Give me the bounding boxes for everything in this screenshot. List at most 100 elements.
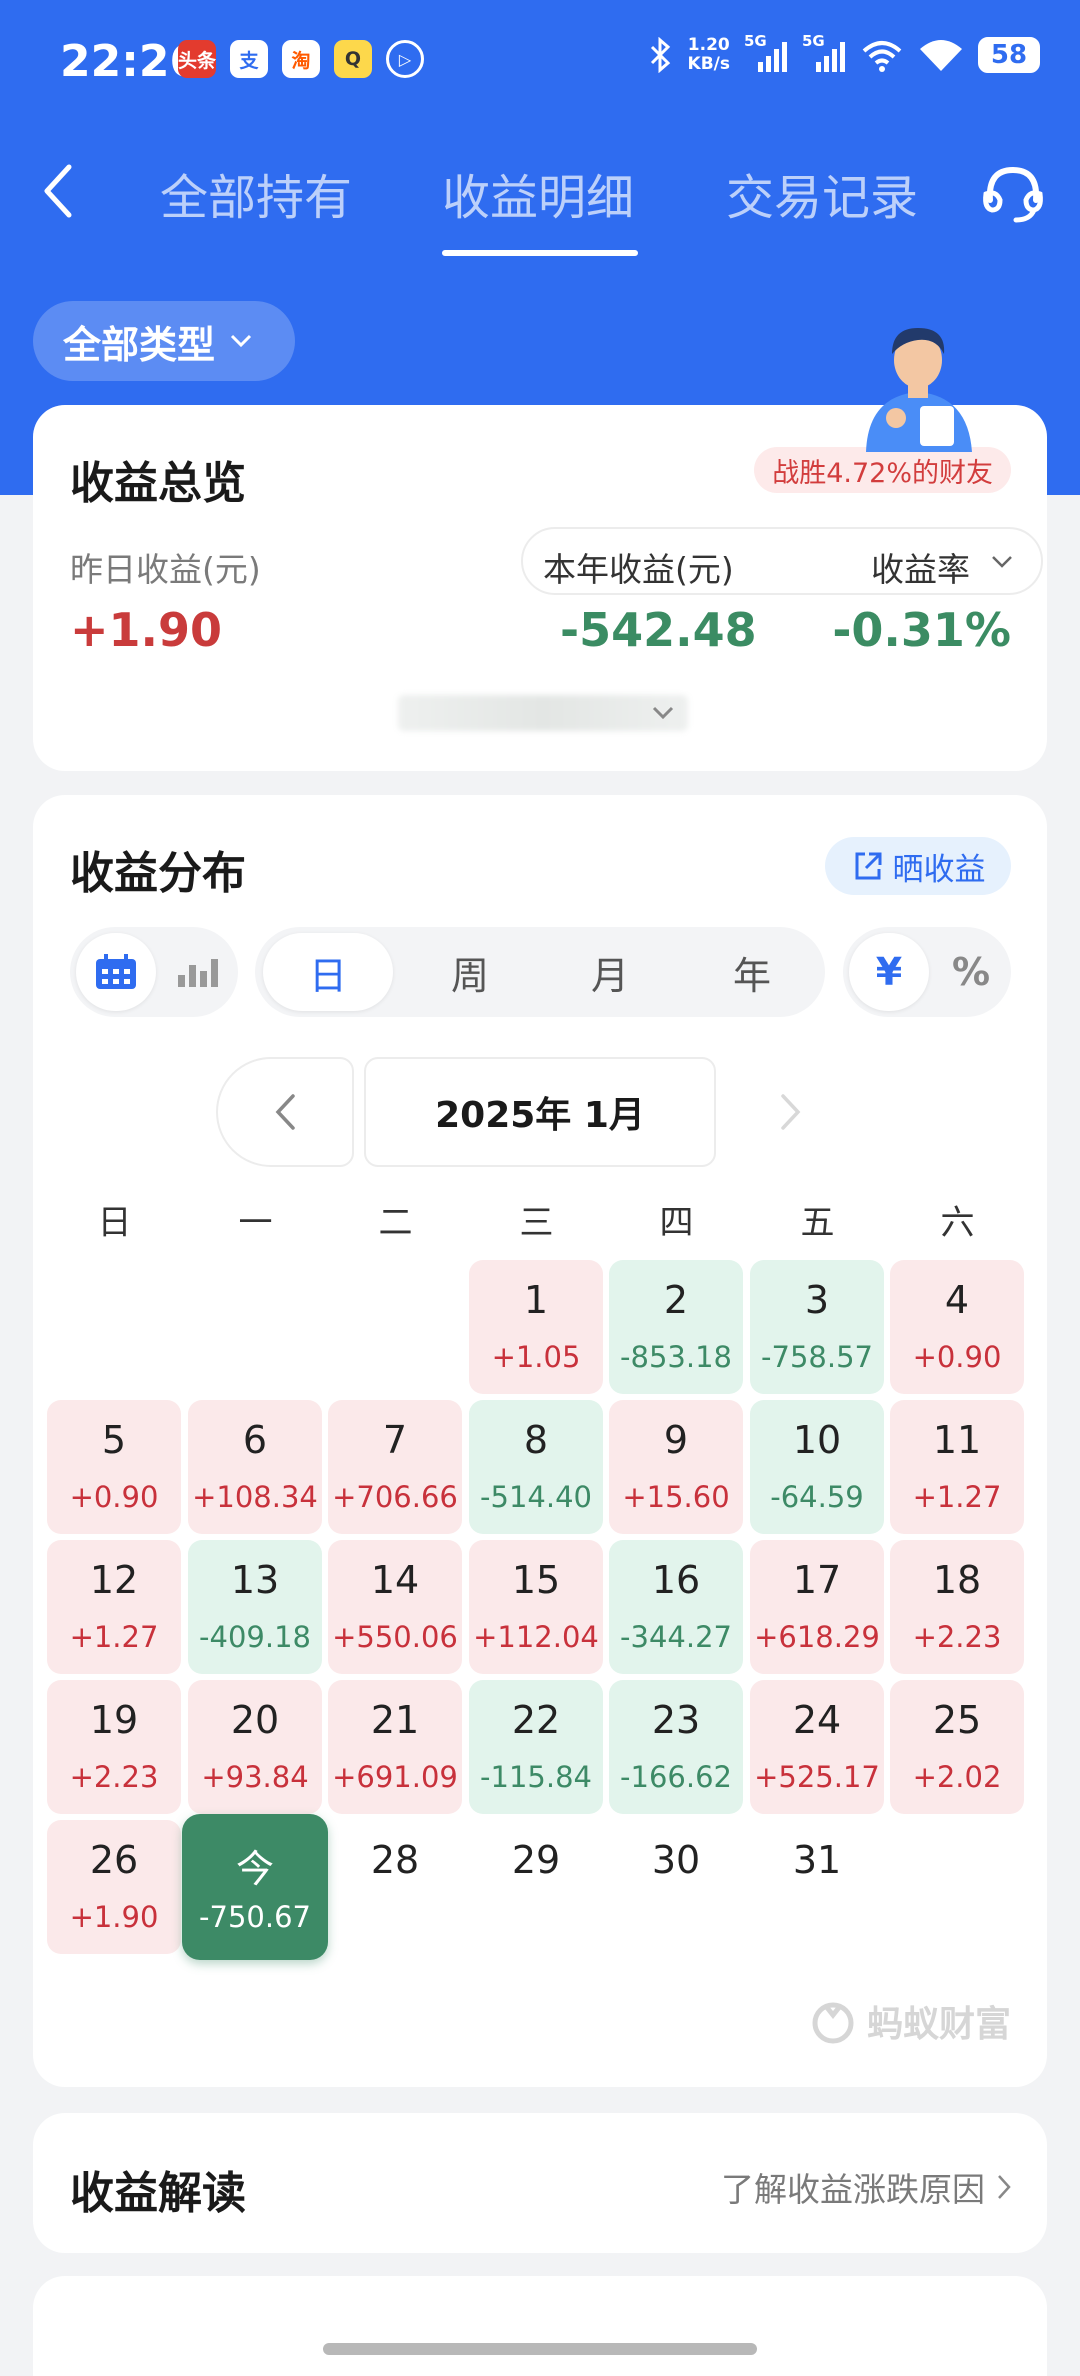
weekday-label: 四 [659, 1203, 694, 1243]
calendar-day[interactable]: 29 [469, 1820, 603, 1954]
day-profit-value: +1.27 [912, 1480, 1002, 1514]
calendar-day[interactable]: 28 [328, 1820, 462, 1954]
next-card [33, 2276, 1047, 2376]
weekday-label: 五 [800, 1203, 835, 1243]
status-indicators: 1.20 KB/s 5G 5G 58 [648, 32, 1040, 74]
tab-profit-detail[interactable]: 收益明细 [442, 158, 634, 228]
calendar-day[interactable]: 4 +0.90 [890, 1260, 1024, 1394]
mascot-illustration [866, 328, 972, 452]
tab-transactions[interactable]: 交易记录 [726, 158, 918, 228]
unit-toggle: ¥ % [843, 927, 1011, 1017]
back-button[interactable] [28, 156, 88, 226]
calendar-day[interactable]: 31 [750, 1820, 884, 1954]
calendar-day[interactable]: 24 +525.17 [750, 1680, 884, 1814]
taobao-app-icon: 淘 [282, 40, 320, 78]
day-profit-value: +1.90 [69, 1900, 159, 1934]
month-label[interactable]: 2025年 1月 [364, 1057, 716, 1167]
expand-chevron-icon[interactable] [651, 705, 675, 721]
day-profit-value: +691.09 [332, 1760, 458, 1794]
calendar-day[interactable]: 19 +2.23 [47, 1680, 181, 1814]
period-toggle: 日 周 月 年 [255, 927, 825, 1017]
day-profit-value: -166.62 [620, 1760, 732, 1794]
weekday-label: 三 [519, 1203, 554, 1243]
weekday-label: 一 [238, 1203, 273, 1243]
type-filter-dropdown[interactable]: 全部类型 [33, 301, 295, 381]
calendar-day[interactable]: 11 +1.27 [890, 1400, 1024, 1534]
calendar-day[interactable]: 3 -758.57 [750, 1260, 884, 1394]
period-month-button[interactable]: 月 [545, 927, 675, 1017]
calendar-day[interactable]: 16 -344.27 [609, 1540, 743, 1674]
active-tab-indicator [442, 250, 638, 256]
calendar-day[interactable]: 23 -166.62 [609, 1680, 743, 1814]
calendar-view-button[interactable] [76, 933, 156, 1011]
calendar-day[interactable]: 7 +706.66 [328, 1400, 462, 1534]
status-bar: 22:26 头条支淘 Q ▷ 1.20 KB/s 5G 5G 58 [0, 0, 1080, 120]
home-indicator[interactable] [323, 2343, 757, 2355]
calendar-day[interactable]: 12 +1.27 [47, 1540, 181, 1674]
chevron-down-icon [230, 334, 252, 348]
share-profit-button[interactable]: 晒收益 [825, 837, 1011, 895]
year-profit-selector[interactable]: 本年收益(元) 收益率 [521, 527, 1043, 595]
weekday-label: 二 [378, 1203, 413, 1243]
day-number: 12 [89, 1558, 139, 1602]
bar-chart-view-button[interactable] [162, 927, 234, 1017]
share-label: 晒收益 [892, 851, 986, 888]
calendar-day-today[interactable]: 今 -750.67 [182, 1814, 328, 1960]
day-number: 16 [651, 1558, 701, 1602]
toutiao-app-icon: 头条 [178, 40, 216, 78]
customer-service-button[interactable] [978, 160, 1048, 230]
ant-fortune-logo-icon [812, 2002, 854, 2044]
prev-month-button[interactable] [216, 1057, 354, 1167]
day-profit-value: +2.23 [912, 1620, 1002, 1654]
interpretation-title: 收益解读 [70, 2168, 246, 2219]
day-number: 17 [792, 1558, 842, 1602]
signal-1-icon: 5G [744, 32, 788, 74]
day-profit-value: -514.40 [480, 1480, 592, 1514]
day-number: 13 [230, 1558, 280, 1602]
battery-indicator: 58 [978, 37, 1040, 73]
calendar-day[interactable]: 5 +0.90 [47, 1400, 181, 1534]
calendar-day[interactable]: 21 +691.09 [328, 1680, 462, 1814]
calendar-day[interactable]: 25 +2.02 [890, 1680, 1024, 1814]
rate-value: -0.31% [832, 603, 1011, 657]
calendar-day[interactable]: 13 -409.18 [188, 1540, 322, 1674]
day-profit-value: -409.18 [199, 1620, 311, 1654]
day-number: 29 [511, 1838, 561, 1882]
period-year-button[interactable]: 年 [687, 927, 817, 1017]
calendar-day[interactable]: 10 -64.59 [750, 1400, 884, 1534]
calendar-day[interactable]: 17 +618.29 [750, 1540, 884, 1674]
profit-interpretation-card[interactable]: 收益解读 了解收益涨跌原因 [33, 2113, 1047, 2253]
day-number: 30 [651, 1838, 701, 1882]
period-week-button[interactable]: 周 [405, 927, 535, 1017]
day-number: 8 [523, 1418, 549, 1462]
day-profit-value: +525.17 [754, 1760, 880, 1794]
bar-chart-icon [178, 959, 218, 987]
next-month-button[interactable] [726, 1057, 856, 1167]
signal-2-icon: 5G [802, 32, 846, 74]
calendar-day[interactable]: 20 +93.84 [188, 1680, 322, 1814]
blurred-content [398, 695, 688, 731]
wifi-icon [920, 40, 962, 71]
rate-label: 收益率 [871, 550, 970, 589]
calendar-day[interactable]: 22 -115.84 [469, 1680, 603, 1814]
day-number: 26 [89, 1838, 139, 1882]
calendar-day[interactable]: 6 +108.34 [188, 1400, 322, 1534]
calendar-day[interactable]: 15 +112.04 [469, 1540, 603, 1674]
day-number: 2 [663, 1278, 689, 1322]
calendar-day[interactable]: 2 -853.18 [609, 1260, 743, 1394]
calendar-day[interactable]: 1 +1.05 [469, 1260, 603, 1394]
calendar-day[interactable]: 18 +2.23 [890, 1540, 1024, 1674]
interpretation-link[interactable]: 了解收益涨跌原因 [721, 2163, 1011, 2211]
day-profit-value: +550.06 [332, 1620, 458, 1654]
unit-amount-button[interactable]: ¥ [849, 933, 929, 1011]
calendar-day[interactable]: 8 -514.40 [469, 1400, 603, 1534]
calendar-day[interactable]: 30 [609, 1820, 743, 1954]
unit-percent-button[interactable]: % [935, 927, 1007, 1017]
calendar-day[interactable]: 26 +1.90 [47, 1820, 181, 1954]
calendar-day[interactable]: 14 +550.06 [328, 1540, 462, 1674]
calendar-day[interactable]: 9 +15.60 [609, 1400, 743, 1534]
day-profit-value: +108.34 [192, 1480, 318, 1514]
tab-all-holdings[interactable]: 全部持有 [160, 158, 352, 228]
distribution-title: 收益分布 [70, 848, 246, 899]
period-day-button[interactable]: 日 [263, 933, 393, 1011]
